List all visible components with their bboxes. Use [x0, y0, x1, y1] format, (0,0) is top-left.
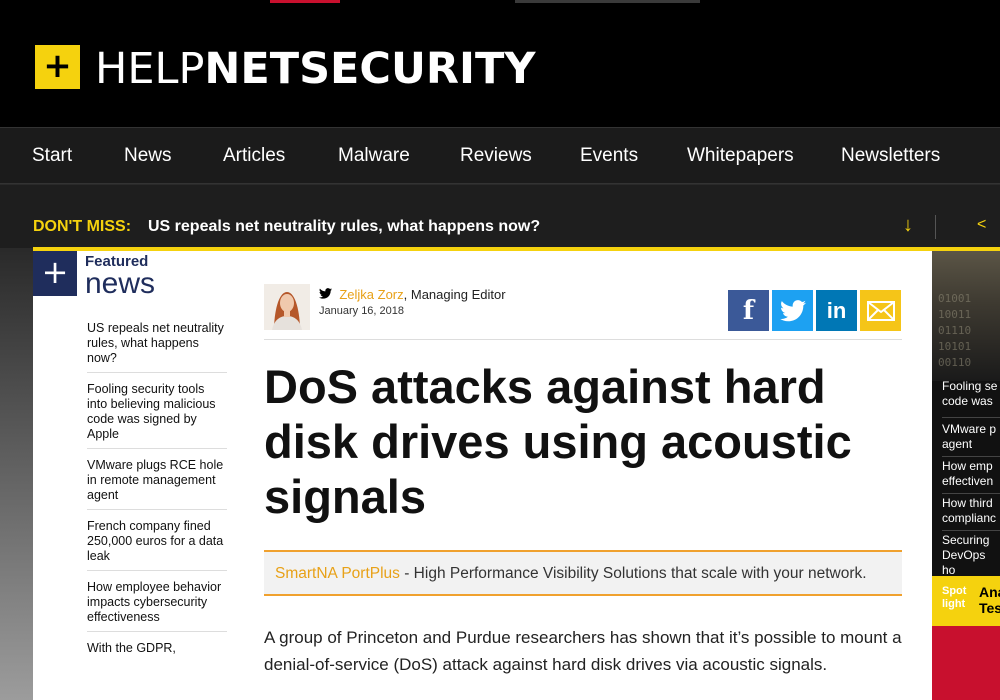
- article-title: DoS attacks against hard disk drives usi…: [264, 360, 852, 523]
- main-nav: Start News Articles Malware Reviews Even…: [0, 127, 1000, 184]
- top-strip: [0, 0, 1000, 4]
- author-name[interactable]: Zeljka Zorz: [339, 287, 403, 302]
- sponsored-link[interactable]: SmartNA PortPlus: [275, 565, 400, 582]
- right-rail: 01001 10011 01110 10101 00110 Fooling se…: [932, 251, 1000, 700]
- list-item[interactable]: How employee behavior impacts cybersecur…: [87, 580, 227, 632]
- rail-item[interactable]: How emp effectiven: [942, 459, 1000, 489]
- featured-title: news: [85, 267, 156, 300]
- arrow-down-icon[interactable]: ↓: [903, 214, 913, 237]
- email-share-button[interactable]: [860, 290, 901, 331]
- author-role: , Managing Editor: [403, 287, 506, 302]
- nav-start[interactable]: Start: [32, 145, 72, 167]
- binary-decoration: 01001 10011 01110 10101 00110: [938, 292, 972, 369]
- facebook-icon: f: [742, 295, 755, 326]
- spotlight-banner[interactable]: Spot light Ana Tes: [932, 576, 1000, 626]
- article-main: Zeljka Zorz, Managing Editor January 16,…: [231, 251, 932, 700]
- twitter-icon: [779, 299, 806, 321]
- nav-malware[interactable]: Malware: [338, 145, 410, 167]
- spotlight-label: Spot light: [942, 585, 967, 610]
- list-item[interactable]: Fooling security tools into believing ma…: [87, 382, 227, 449]
- list-item[interactable]: French company fined 250,000 euros for a…: [87, 519, 227, 571]
- nav-reviews[interactable]: Reviews: [460, 145, 532, 167]
- featured-list: US repeals net neutrality rules, what ha…: [87, 321, 227, 671]
- author-line: Zeljka Zorz, Managing Editor: [319, 287, 506, 302]
- nav-whitepapers[interactable]: Whitepapers: [687, 145, 794, 167]
- rail-ad[interactable]: [932, 626, 1000, 700]
- dont-miss-bar: DON'T MISS: US repeals net neutrality ru…: [0, 185, 1000, 248]
- rail-item[interactable]: VMware p agent: [942, 422, 1000, 452]
- list-item[interactable]: With the GDPR,: [87, 641, 227, 662]
- site-logo[interactable]: HELPNETSECURITY: [95, 48, 535, 91]
- divider: [942, 456, 1000, 457]
- divider: [942, 530, 1000, 531]
- twitter-share-button[interactable]: [772, 290, 813, 331]
- rail-item[interactable]: Fooling se code was: [942, 379, 1000, 409]
- twitter-icon[interactable]: [319, 288, 335, 302]
- sponsored-banner: SmartNA PortPlus - High Performance Visi…: [264, 550, 902, 596]
- divider: [942, 417, 1000, 418]
- nav-articles[interactable]: Articles: [223, 145, 285, 167]
- rail-item[interactable]: How third complianc: [942, 496, 1000, 526]
- nav-news[interactable]: News: [124, 145, 172, 167]
- spotlight-title: Ana Tes: [979, 584, 1000, 616]
- email-icon: [866, 300, 895, 321]
- article-date: January 16, 2018: [319, 305, 405, 317]
- plus-icon: +: [33, 251, 77, 296]
- dont-miss-label: DON'T MISS:: [33, 218, 132, 235]
- sponsored-text: - High Performance Visibility Solutions …: [399, 565, 867, 582]
- list-item[interactable]: US repeals net neutrality rules, what ha…: [87, 321, 227, 373]
- divider: [942, 493, 1000, 494]
- divider: [264, 339, 902, 340]
- separator: [935, 215, 936, 239]
- logo-mark[interactable]: +: [35, 45, 80, 89]
- featured-news-sidebar: + Featured news US repeals net neutralit…: [33, 251, 231, 700]
- article-body: A group of Princeton and Purdue research…: [264, 628, 902, 674]
- site-header: + HELPNETSECURITY: [0, 0, 1000, 127]
- dont-miss-headline[interactable]: US repeals net neutrality rules, what ha…: [148, 218, 540, 236]
- avatar[interactable]: [264, 284, 310, 330]
- logo-bold: NETSECURITY: [204, 44, 536, 94]
- linkedin-icon: in: [826, 297, 847, 323]
- linkedin-share-button[interactable]: in: [816, 290, 857, 331]
- facebook-share-button[interactable]: f: [728, 290, 769, 331]
- logo-light: HELP: [95, 44, 205, 94]
- chevron-left-icon[interactable]: <: [977, 216, 986, 234]
- nav-events[interactable]: Events: [580, 145, 638, 167]
- list-item[interactable]: VMware plugs RCE hole in remote manageme…: [87, 458, 227, 510]
- rail-item[interactable]: Securing DevOps ho: [942, 533, 1000, 578]
- nav-newsletters[interactable]: Newsletters: [841, 145, 940, 167]
